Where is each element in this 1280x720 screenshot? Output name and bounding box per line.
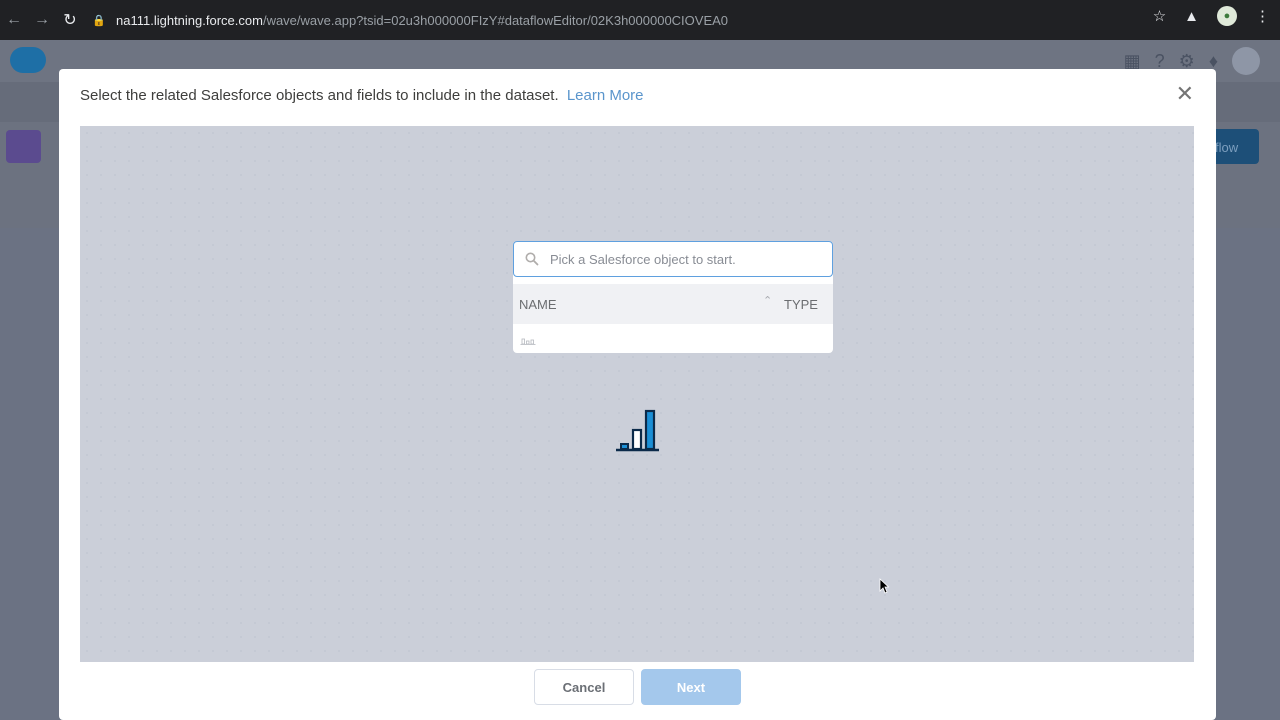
drive-icon[interactable]: ▲ [1184,8,1199,25]
user-avatar[interactable] [1232,47,1260,75]
object-search-box[interactable] [513,241,833,277]
next-button[interactable]: Next [641,669,741,705]
url-host: na111.lightning.force.com [116,12,263,28]
salesforce-logo-icon [10,47,46,73]
modal-footer: Cancel Next [59,662,1216,720]
object-table-header: NAME ⌃ TYPE [513,284,833,324]
back-icon[interactable]: ← [0,6,28,34]
mouse-cursor-icon [879,578,889,594]
modal-header: Select the related Salesforce objects an… [80,87,644,104]
column-header-type[interactable]: TYPE [784,297,818,312]
reload-icon[interactable]: ↻ [56,6,84,34]
address-bar[interactable]: 🔒 na111.lightning.force.com/wave/wave.ap… [92,5,1172,35]
object-search-input[interactable] [550,251,820,267]
sort-chevron-up-icon[interactable]: ⌃ [763,294,772,307]
loading-chart-icon [616,409,659,452]
menu-kebab-icon[interactable]: ⋮ [1255,7,1270,25]
url-path: /wave/wave.app?tsid=02u3h000000FIzY#data… [262,12,729,28]
loading-row-icon [520,338,536,345]
profile-avatar-icon[interactable]: ● [1217,6,1237,26]
bookmark-star-icon[interactable]: ☆ [1153,7,1166,25]
dataflow-tile-icon [6,130,41,163]
cancel-button[interactable]: Cancel [534,669,634,705]
column-header-name[interactable]: NAME [519,297,557,312]
object-canvas: NAME ⌃ TYPE [80,126,1194,662]
close-icon[interactable]: ✕ [1176,83,1194,105]
forward-icon[interactable]: → [28,6,56,34]
dataset-builder-modal: Select the related Salesforce objects an… [59,69,1216,720]
browser-toolbar: ← → ↻ 🔒 na111.lightning.force.com/wave/w… [0,0,1280,40]
search-icon [514,252,550,266]
learn-more-link[interactable]: Learn More [567,87,644,104]
object-picker: NAME ⌃ TYPE [513,241,833,353]
lock-icon: 🔒 [92,14,106,27]
modal-header-text: Select the related Salesforce objects an… [80,87,559,104]
